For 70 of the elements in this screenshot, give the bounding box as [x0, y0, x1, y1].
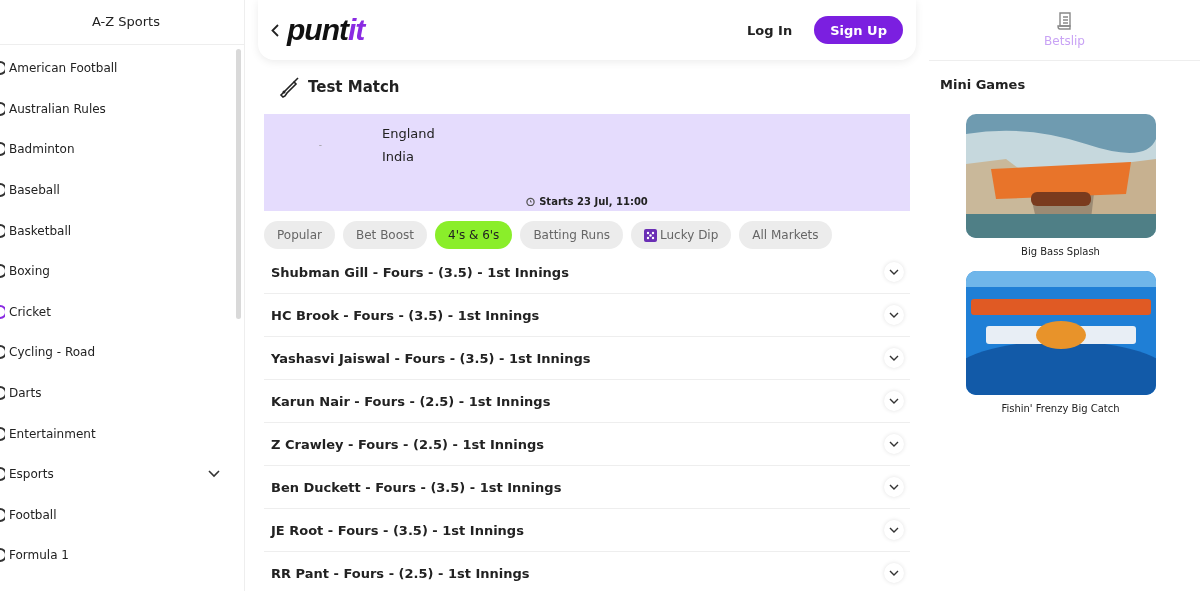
score-separator: - — [317, 140, 323, 150]
market-title: Z Crawley - Fours - (2.5) - 1st Innings — [271, 436, 544, 452]
market-tab[interactable]: Bet Boost — [343, 221, 427, 249]
cricket-bat-icon — [278, 76, 300, 98]
sport-item[interactable]: Football — [0, 494, 244, 536]
clock-icon — [526, 197, 536, 206]
expand-button[interactable] — [884, 391, 904, 411]
chevron-icon — [889, 398, 899, 404]
section-title: Mini Games — [939, 76, 1027, 94]
expand-button[interactable] — [884, 348, 904, 368]
market-title: Ben Duckett - Fours - (3.5) - 1st Innings — [271, 479, 562, 495]
chevron-icon — [889, 355, 899, 361]
start-time: Starts 23 Jul, 11:00 — [539, 196, 648, 207]
market-title: JE Root - Fours - (3.5) - 1st Innings — [271, 522, 524, 538]
chevron-icon — [889, 570, 899, 576]
sidebar-title: A-Z Sports — [0, 0, 244, 45]
market-row[interactable]: RR Pant - Fours - (2.5) - 1st Innings — [264, 552, 910, 591]
sport-item[interactable]: Entertainment — [0, 413, 244, 454]
sport-item[interactable]: Basketball — [0, 210, 244, 251]
event-title: Test Match — [308, 78, 400, 96]
sport-item[interactable]: Australian Rules — [0, 88, 244, 130]
sport-item[interactable]: Formula 1 — [0, 535, 244, 576]
market-row[interactable]: Z Crawley - Fours - (2.5) - 1st Innings — [264, 423, 910, 466]
sport-item[interactable]: Esports — [0, 453, 244, 495]
team-name: England — [382, 126, 435, 141]
market-tab[interactable]: Popular — [264, 221, 335, 249]
chevron-icon — [889, 312, 899, 318]
sport-item[interactable]: Badminton — [0, 129, 244, 170]
login-button[interactable]: Log In — [741, 21, 799, 39]
sport-item[interactable]: Darts — [0, 372, 244, 414]
back-icon[interactable] — [271, 23, 279, 37]
market-title: RR Pant - Fours - (2.5) - 1st Innings — [271, 565, 530, 581]
market-row[interactable]: Karun Nair - Fours - (2.5) - 1st Innings — [264, 380, 910, 423]
chevron-icon — [889, 484, 899, 490]
expand-button[interactable] — [884, 563, 904, 583]
sport-item[interactable]: American Football — [0, 48, 244, 89]
sport-item[interactable]: Cricket — [0, 291, 244, 333]
sport-item[interactable]: Baseball — [0, 169, 244, 211]
chevron-icon — [889, 269, 899, 275]
signup-button[interactable]: Sign Up — [814, 16, 903, 44]
market-row[interactable]: Yashasvi Jaiswal - Fours - (3.5) - 1st Innings — [264, 337, 910, 380]
dice-icon — [644, 228, 657, 242]
market-tab[interactable]: All Markets — [739, 221, 832, 249]
game-title[interactable]: Fishin' Frenzy Big Catch — [1001, 403, 1120, 414]
market-title: Shubman Gill - Fours - (3.5) - 1st Innings — [271, 264, 569, 280]
expand-button[interactable] — [884, 520, 904, 540]
chevron-icon — [889, 527, 899, 533]
sport-item[interactable]: Boxing — [0, 250, 244, 292]
expand-button[interactable] — [884, 305, 904, 325]
scrollbar[interactable] — [236, 49, 241, 319]
sport-item[interactable]: Cycling - Road — [0, 332, 244, 373]
market-tab[interactable]: Lucky Dip — [631, 221, 732, 249]
game-title[interactable]: Big Bass Splash — [1021, 246, 1100, 257]
market-title: Karun Nair - Fours - (2.5) - 1st Innings — [271, 393, 551, 409]
logo[interactable]: puntit — [287, 13, 365, 47]
market-tab[interactable]: Batting Runs — [520, 221, 623, 249]
market-title: Yashasvi Jaiswal - Fours - (3.5) - 1st Innings — [271, 350, 591, 366]
market-row[interactable]: HC Brook - Fours - (3.5) - 1st Innings — [264, 294, 910, 337]
market-title: HC Brook - Fours - (3.5) - 1st Innings — [271, 307, 540, 323]
chevron-icon — [889, 441, 899, 447]
market-row[interactable]: JE Root - Fours - (3.5) - 1st Innings — [264, 509, 910, 552]
receipt-icon — [1056, 12, 1073, 30]
expand-button[interactable] — [884, 262, 904, 282]
chevron-icon[interactable] — [208, 470, 220, 479]
market-row[interactable]: Ben Duckett - Fours - (3.5) - 1st Innings — [264, 466, 910, 509]
market-row[interactable]: Shubman Gill - Fours - (3.5) - 1st Innings — [264, 251, 910, 294]
expand-button[interactable] — [884, 477, 904, 497]
team-name: India — [382, 149, 415, 164]
expand-button[interactable] — [884, 434, 904, 454]
market-tab[interactable]: 4's & 6's — [435, 221, 513, 249]
